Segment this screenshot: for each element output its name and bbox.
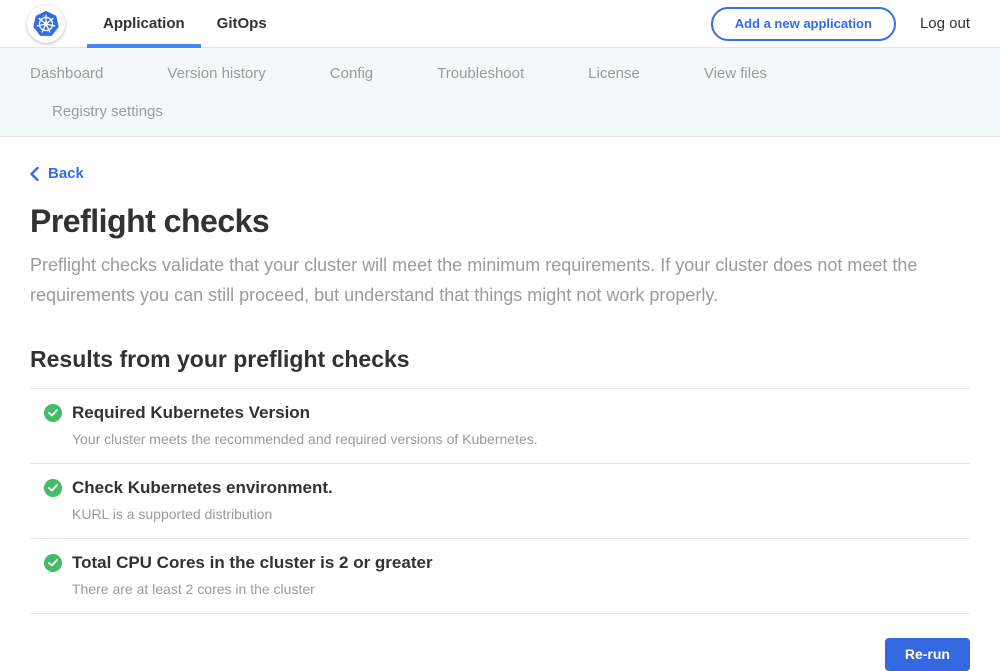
app-subnav: Dashboard Version history Config Trouble… <box>0 48 1000 137</box>
top-nav: Application GitOps Add a new application… <box>0 0 1000 48</box>
tab-gitops[interactable]: GitOps <box>201 0 283 48</box>
preflight-check-list: Required Kubernetes Version Your cluster… <box>30 388 970 614</box>
kubernetes-logo[interactable] <box>27 5 65 43</box>
check-description: KURL is a supported distribution <box>72 506 970 522</box>
tab-application-label: Application <box>103 15 185 32</box>
header-actions: Add a new application Log out <box>711 7 970 41</box>
check-row-header: Required Kubernetes Version <box>44 403 970 423</box>
subnav-item-config[interactable]: Config <box>330 65 373 82</box>
preflight-check-row: Check Kubernetes environment. KURL is a … <box>30 463 970 538</box>
check-pass-icon <box>44 554 62 572</box>
subnav-item-version-history[interactable]: Version history <box>167 65 265 82</box>
check-pass-icon <box>44 404 62 422</box>
subnav-item-view-files[interactable]: View files <box>704 65 767 82</box>
check-row-header: Check Kubernetes environment. <box>44 478 970 498</box>
kubernetes-helm-icon <box>31 9 61 39</box>
check-description: Your cluster meets the recommended and r… <box>72 431 970 447</box>
logout-link[interactable]: Log out <box>920 15 970 32</box>
subnav-item-license[interactable]: License <box>588 65 640 82</box>
subnav-item-dashboard[interactable]: Dashboard <box>30 65 103 82</box>
page-description: Preflight checks validate that your clus… <box>30 250 970 310</box>
subnav-row-1: Dashboard Version history Config Trouble… <box>30 65 970 82</box>
subnav-item-registry-settings[interactable]: Registry settings <box>52 103 163 120</box>
tab-gitops-label: GitOps <box>217 15 267 32</box>
primary-tabs: Application GitOps <box>87 0 283 48</box>
results-heading: Results from your preflight checks <box>30 346 970 373</box>
page-title: Preflight checks <box>30 203 970 240</box>
preflight-check-row: Total CPU Cores in the cluster is 2 or g… <box>30 538 970 613</box>
tab-application[interactable]: Application <box>87 0 201 48</box>
preflight-check-row: Required Kubernetes Version Your cluster… <box>30 388 970 463</box>
check-title: Check Kubernetes environment. <box>72 478 333 498</box>
check-row-header: Total CPU Cores in the cluster is 2 or g… <box>44 553 970 573</box>
check-title: Total CPU Cores in the cluster is 2 or g… <box>72 553 433 573</box>
add-new-application-button[interactable]: Add a new application <box>711 7 896 41</box>
subnav-row-2: Registry settings <box>30 103 970 120</box>
check-pass-icon <box>44 479 62 497</box>
check-description: There are at least 2 cores in the cluste… <box>72 581 970 597</box>
preflight-page: Back Preflight checks Preflight checks v… <box>0 137 1000 671</box>
subnav-item-troubleshoot[interactable]: Troubleshoot <box>437 65 524 82</box>
chevron-left-icon <box>30 167 39 181</box>
back-link[interactable]: Back <box>30 165 84 182</box>
check-title: Required Kubernetes Version <box>72 403 310 423</box>
back-link-label: Back <box>48 165 84 182</box>
